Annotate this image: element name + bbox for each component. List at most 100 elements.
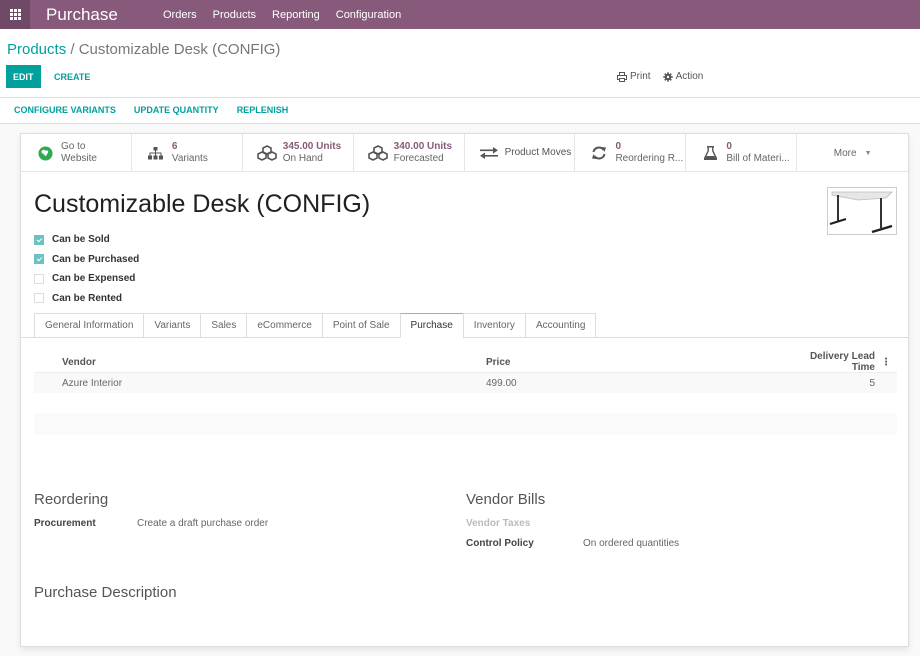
gear-icon	[662, 71, 673, 82]
can-be-rented-checkbox[interactable]	[34, 293, 44, 304]
print-dropdown[interactable]: Print	[617, 71, 651, 82]
update-quantity-button[interactable]: UPDATE QUANTITY	[134, 105, 219, 115]
field-value: Create a draft purchase order	[137, 518, 269, 529]
stat-label: On Hand	[282, 153, 323, 164]
header-buttons: CONFIGURE VARIANTS UPDATE QUANTITY REPLE…	[14, 105, 306, 115]
replenish-button[interactable]: REPLENISH	[237, 105, 289, 115]
can-be-sold-checkbox[interactable]	[34, 234, 44, 245]
table-row[interactable]: Azure Interior 499.00 5	[34, 373, 897, 393]
table-header: Vendor Price Delivery Lead Time ⋮	[34, 351, 897, 373]
tab-sales[interactable]: Sales	[200, 313, 247, 338]
product-name: Customizable Desk (CONFIG)	[34, 190, 371, 218]
purchase-description-title: Purchase Description	[34, 584, 177, 601]
option-label: Can be Expensed	[52, 273, 136, 285]
optional-columns-icon[interactable]: ⋮	[875, 357, 897, 368]
form-sheet: Go to Website 6 Variants 345.00 Units On…	[20, 133, 909, 647]
field-label: Procurement	[34, 518, 96, 529]
forecasted-button[interactable]: 340.00 Units Forecasted	[354, 134, 465, 172]
control-panel-divider	[0, 97, 920, 98]
stat-label-2: Website	[61, 153, 97, 164]
can-be-expensed-checkbox[interactable]	[34, 273, 44, 284]
action-label: Action	[675, 71, 704, 82]
apps-menu-button[interactable]	[0, 0, 30, 29]
tab-point-of-sale[interactable]: Point of Sale	[321, 313, 400, 338]
edit-button[interactable]: EDIT	[6, 65, 41, 88]
column-header-lead-time[interactable]: Delivery Lead Time	[796, 351, 875, 373]
app-brand: Purchase	[46, 4, 118, 24]
print-label: Print	[630, 71, 651, 82]
column-header-price[interactable]: Price	[486, 357, 796, 368]
option-label: Can be Sold	[52, 234, 110, 246]
flask-icon	[699, 146, 721, 160]
option-label: Can be Purchased	[52, 253, 140, 265]
product-moves-button[interactable]: Product Moves	[465, 134, 576, 172]
desk-image[interactable]	[827, 187, 897, 235]
refresh-icon	[588, 146, 610, 160]
create-button[interactable]: CREATE	[54, 65, 90, 88]
field-label: Control Policy	[466, 538, 534, 549]
cubes-icon	[367, 145, 389, 161]
stat-label: Bill of Materi...	[726, 153, 790, 164]
stat-label: Go to	[61, 141, 86, 152]
can-be-purchased-option[interactable]: Can be Purchased	[34, 250, 139, 270]
go-to-website-button[interactable]: Go to Website	[21, 134, 132, 172]
configure-variants-button[interactable]: CONFIGURE VARIANTS	[14, 105, 116, 115]
vendor-bills-title: Vendor Bills	[466, 491, 546, 508]
stat-button-box: Go to Website 6 Variants 345.00 Units On…	[21, 134, 908, 172]
caret-down-icon: ▼	[864, 149, 872, 157]
stat-label: Reordering R...	[615, 153, 684, 164]
tab-inventory[interactable]: Inventory	[462, 313, 525, 338]
exchange-icon	[478, 147, 500, 159]
breadcrumb-separator: /	[66, 41, 79, 58]
on-hand-button[interactable]: 345.00 Units On Hand	[243, 134, 354, 172]
menu-item-configuration[interactable]: Configuration	[336, 9, 401, 21]
reordering-rules-button[interactable]: 0 Reordering R...	[575, 134, 687, 172]
cell-lead-time: 5	[869, 377, 875, 389]
stat-value: 6	[171, 141, 178, 152]
product-options: Can be Sold Can be Purchased Can be Expe…	[34, 230, 139, 308]
variants-button[interactable]: 6 Variants	[132, 134, 243, 172]
column-header-vendor[interactable]: Vendor	[34, 357, 486, 368]
bill-of-materials-button[interactable]: 0 Bill of Materi...	[686, 134, 798, 172]
menu-item-products[interactable]: Products	[213, 9, 256, 21]
can-be-rented-option[interactable]: Can be Rented	[34, 289, 139, 309]
can-be-sold-option[interactable]: Can be Sold	[34, 230, 139, 250]
menu-item-orders[interactable]: Orders	[163, 9, 197, 21]
field-label: Vendor Taxes	[466, 518, 531, 529]
stat-value: 0	[726, 141, 732, 152]
desk-icon	[829, 191, 893, 234]
stat-label: Forecasted	[393, 153, 444, 164]
stat-value: 0	[615, 141, 622, 152]
breadcrumb-current: Customizable Desk (CONFIG)	[78, 41, 281, 58]
cell-vendor: Azure Interior	[62, 377, 123, 389]
breadcrumb-products-link[interactable]: Products	[7, 41, 66, 58]
vendor-taxes-field: Vendor Taxes	[466, 518, 583, 529]
reordering-title: Reordering	[34, 491, 109, 508]
stat-value: 340.00 Units	[393, 141, 453, 152]
sitemap-icon	[145, 146, 167, 160]
procurement-field: Procurement Create a draft purchase orde…	[34, 518, 268, 529]
more-label: More	[833, 147, 857, 159]
print-icon	[617, 71, 627, 82]
notebook-tabs: General Information Variants Sales eComm…	[34, 313, 597, 338]
stat-label: Variants	[171, 153, 208, 164]
control-policy-field: Control Policy On ordered quantities	[466, 538, 679, 549]
can-be-expensed-option[interactable]: Can be Expensed	[34, 269, 139, 289]
cubes-icon	[256, 145, 278, 161]
tab-general-information[interactable]: General Information	[34, 313, 144, 338]
more-button[interactable]: More ▼	[797, 134, 908, 172]
menu-item-reporting[interactable]: Reporting	[272, 9, 320, 21]
vendor-table: Vendor Price Delivery Lead Time ⋮ Azure …	[34, 351, 897, 435]
stat-label: Product Moves	[504, 147, 572, 158]
empty-table-row	[34, 413, 897, 435]
action-dropdown[interactable]: Action	[662, 71, 704, 82]
tab-purchase[interactable]: Purchase	[399, 313, 463, 338]
tab-ecommerce[interactable]: eCommerce	[246, 313, 322, 338]
can-be-purchased-checkbox[interactable]	[34, 254, 44, 265]
option-label: Can be Rented	[52, 292, 123, 304]
tab-variants[interactable]: Variants	[143, 313, 201, 338]
tab-accounting[interactable]: Accounting	[524, 313, 597, 338]
field-value: On ordered quantities	[583, 538, 680, 549]
stat-value: 345.00 Units	[282, 141, 342, 152]
main-menu: Orders Products Reporting Configuration	[163, 9, 417, 21]
